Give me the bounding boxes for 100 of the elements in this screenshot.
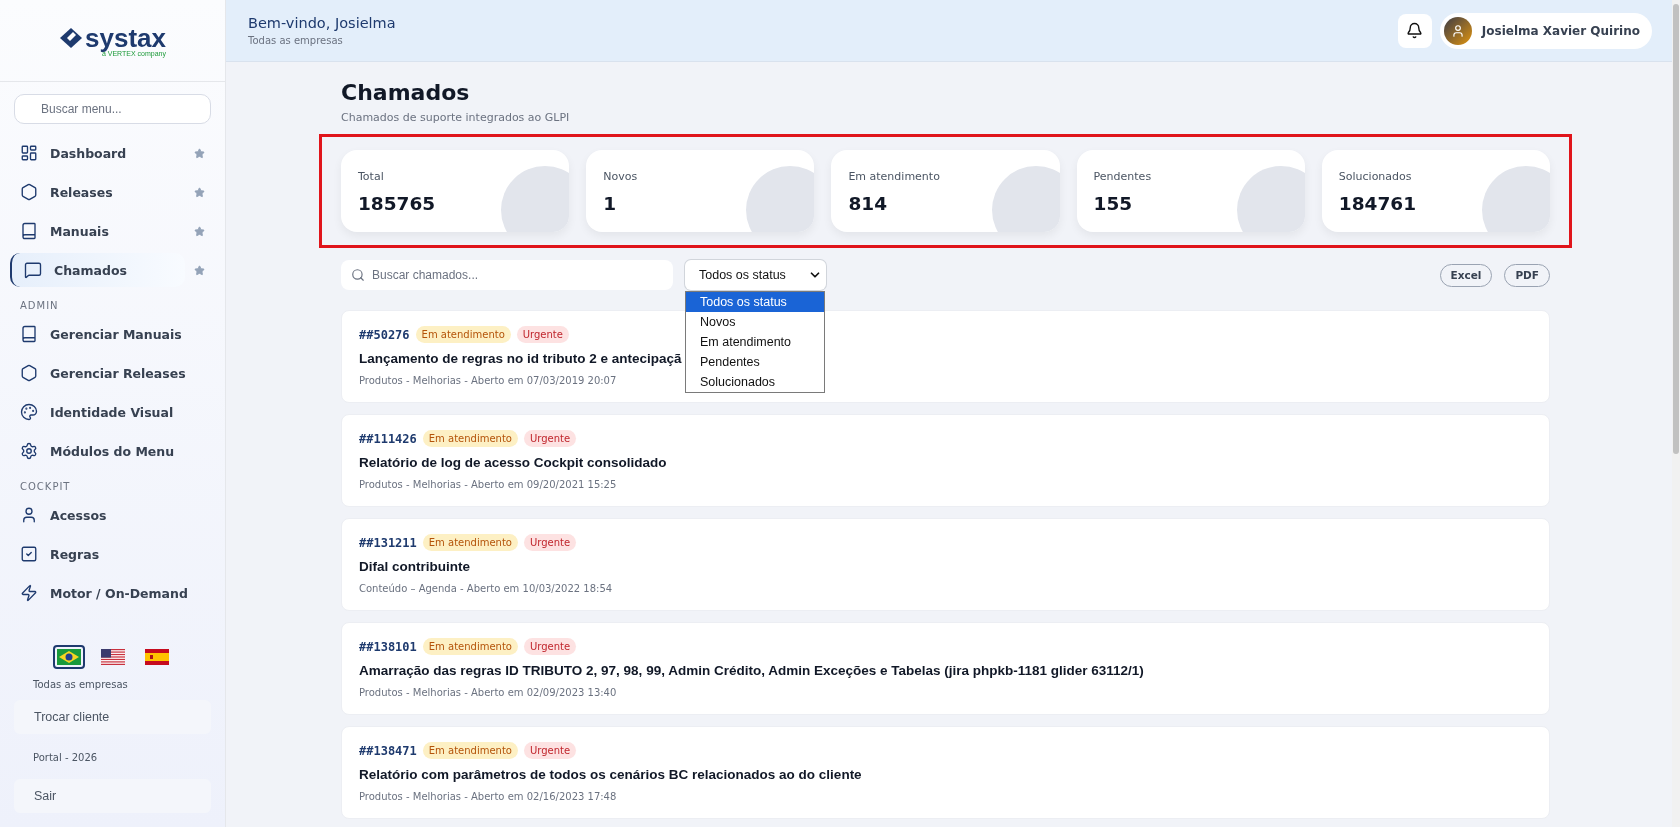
brazil-flag-icon xyxy=(56,649,81,665)
company-label: Todas as empresas xyxy=(32,678,129,692)
palette-icon xyxy=(20,403,38,421)
status-tag: Em atendimento xyxy=(422,430,518,447)
nav-item[interactable]: Acessos xyxy=(10,498,215,532)
hexagon-icon xyxy=(20,183,38,201)
header-subtitle: Todas as empresas xyxy=(248,35,344,46)
usa-flag-icon xyxy=(100,649,125,665)
nav-label: Módulos do Menu xyxy=(50,443,176,459)
section-title: COCKPIT xyxy=(19,480,72,494)
chat-icon xyxy=(24,261,42,279)
status-tag: Em atendimento xyxy=(422,742,518,759)
nav-item[interactable]: Motor / On-Demand xyxy=(10,576,215,610)
book-icon xyxy=(20,222,38,240)
status-tag: Em atendimento xyxy=(422,534,518,551)
ticket-title: Amarração das regras ID TRIBUTO 2, 97, 98, 99, Admin Crédito, Admin Exceções e Tabelas (jira phpkb-1181 glider 63112/1) xyxy=(359,663,1144,678)
nav-label: Motor / On-Demand xyxy=(50,585,189,601)
ticket-card[interactable]: ##131211 Em atendimento Urgente Difal contribuinte Conteúdo – Agenda - Aberto em 10/03/2022 18:54 xyxy=(341,518,1550,611)
grid-icon xyxy=(20,144,38,162)
priority-tag: Urgente xyxy=(524,534,577,551)
nav-label: Acessos xyxy=(50,507,108,523)
ticket-id: ##50276 xyxy=(359,327,410,342)
stat-label: Total xyxy=(358,170,385,183)
stat-value: 1 xyxy=(603,193,618,214)
ticket-card[interactable]: ##138471 Em atendimento Urgente Relatório com parâmetros de todos os cenários BC relacionados ao do cliente Produtos - Melhorias - Aberto em 02/16/2023 17:48 xyxy=(341,726,1550,819)
bell-icon xyxy=(1406,22,1424,39)
hexagon-icon xyxy=(20,364,38,382)
stat-label: Solucionados xyxy=(1338,170,1413,183)
section-title: ADMIN xyxy=(19,299,60,313)
menu-search-field[interactable]: Buscar menu... xyxy=(14,94,211,124)
nav-item[interactable]: Dashboard xyxy=(10,136,215,170)
nav-item[interactable]: Gerenciar Releases xyxy=(10,356,215,390)
avatar xyxy=(1443,16,1472,45)
checkbox-icon xyxy=(20,545,38,563)
page-title: Chamados xyxy=(341,80,471,105)
ticket-meta: Produtos - Melhorias - Aberto em 02/09/2023 13:40 xyxy=(359,687,617,698)
version-label: Portal - 2026 xyxy=(32,751,99,765)
nav-label: Gerenciar Releases xyxy=(50,365,187,381)
ticket-meta: Produtos - Melhorias - Aberto em 09/20/2021 15:25 xyxy=(359,479,617,490)
stat-value: 814 xyxy=(848,193,888,214)
ticket-title: Difal contribuinte xyxy=(359,559,470,574)
stat-label: Pendentes xyxy=(1093,170,1153,183)
status-tag: Em atendimento xyxy=(422,638,518,655)
stat-value: 184761 xyxy=(1338,193,1418,214)
nav-item[interactable]: Gerenciar Manuais xyxy=(10,317,215,351)
ticket-meta: Produtos - Melhorias - Aberto em 02/16/2023 17:48 xyxy=(359,791,617,802)
ticket-id: ##138101 xyxy=(359,639,417,654)
priority-tag: Urgente xyxy=(524,430,577,447)
spain-flag-icon xyxy=(144,649,169,665)
stat-label: Em atendimento xyxy=(848,170,941,183)
nav-item[interactable]: Módulos do Menu xyxy=(10,434,215,468)
star-icon[interactable] xyxy=(194,225,205,237)
ticket-card[interactable] xyxy=(341,622,1550,715)
ticket-id: ##131211 xyxy=(359,535,417,550)
ticket-card[interactable]: ##111426 Em atendimento Urgente Relatório de log de acesso Cockpit consolidado Produtos - Melhorias - Aberto em 09/20/2021 15:25 xyxy=(341,414,1550,507)
scrollbar-thumb[interactable] xyxy=(1673,4,1679,454)
ticket-title: Relatório com parâmetros de todos os cenários BC relacionados ao do cliente xyxy=(359,767,862,782)
logout-button[interactable]: Sair xyxy=(14,779,211,813)
nav-item[interactable]: Identidade Visual xyxy=(10,395,215,429)
status-option[interactable]: Todos os status xyxy=(686,292,824,312)
priority-tag: Urgente xyxy=(524,742,577,759)
logo-icon xyxy=(59,26,83,49)
user-menu-button[interactable]: Josielma Xavier Quirino xyxy=(1439,12,1652,49)
user-icon xyxy=(20,506,38,524)
stat-label: Novos xyxy=(603,170,639,183)
star-icon[interactable] xyxy=(194,186,205,198)
nav-item[interactable]: Manuais xyxy=(10,214,215,248)
nav-label: Manuais xyxy=(50,223,110,239)
star-icon[interactable] xyxy=(194,264,205,276)
nav-label: Releases xyxy=(50,184,114,200)
stat-value: 185765 xyxy=(358,193,437,214)
status-select[interactable]: Todos os status xyxy=(685,260,826,290)
switch-client-button[interactable]: Trocar cliente xyxy=(14,700,211,734)
notifications-button[interactable] xyxy=(1397,13,1432,48)
priority-tag: Urgente xyxy=(516,326,569,343)
nav-item[interactable]: Regras xyxy=(10,537,215,571)
nav-label: Chamados xyxy=(54,262,128,278)
nav-label: Dashboard xyxy=(50,145,128,161)
ticket-id: ##111426 xyxy=(359,431,417,446)
book-icon xyxy=(20,325,38,343)
page-subtitle: Chamados de suporte integrados ao GLPI xyxy=(341,111,571,124)
ticket-title: Lançamento de regras no id tributo 2 e antecipaçã xyxy=(359,351,682,366)
nav-label: Identidade Visual xyxy=(50,404,175,420)
ticket-meta: Produtos - Melhorias - Aberto em 07/03/2019 20:07 xyxy=(359,375,617,386)
greeting: Bem-vindo, Josielma xyxy=(248,15,396,31)
nav-item[interactable]: Releases xyxy=(10,175,215,209)
settings-icon xyxy=(20,442,38,460)
logo-text: systax xyxy=(85,24,166,51)
nav-label: Gerenciar Manuais xyxy=(50,326,183,342)
stat-value: 155 xyxy=(1093,193,1134,214)
ticket-id: ##138471 xyxy=(359,743,417,758)
star-icon[interactable] xyxy=(194,147,205,159)
lightning-icon xyxy=(20,584,38,602)
search-icon xyxy=(351,268,365,282)
ticket-search-field[interactable]: Buscar chamados... xyxy=(341,260,673,290)
language-option[interactable] xyxy=(52,645,85,669)
ticket-title: Relatório de log de acesso Cockpit consolidado xyxy=(359,455,667,470)
nav-label: Regras xyxy=(50,546,101,562)
priority-tag: Urgente xyxy=(524,638,577,655)
status-tag: Em atendimento xyxy=(415,326,511,343)
